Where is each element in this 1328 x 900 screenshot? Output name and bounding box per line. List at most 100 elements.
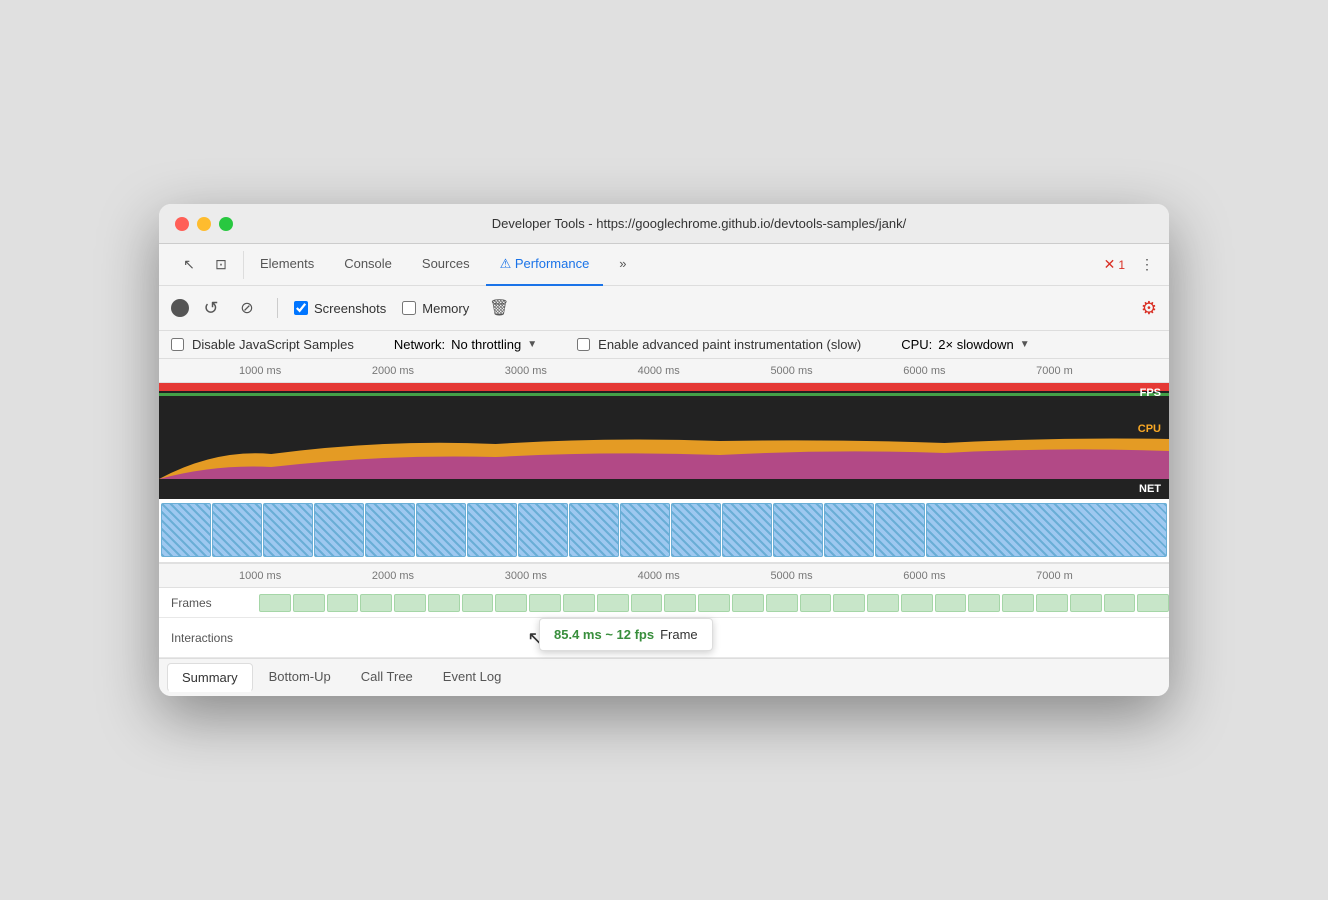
ruler-mark-2: 2000 ms [372,365,505,377]
ruler-mark-3: 3000 ms [505,365,638,377]
ruler-marks: 1000 ms 2000 ms 3000 ms 4000 ms 5000 ms … [159,359,1169,382]
tab-bottom-up[interactable]: Bottom-Up [255,663,345,692]
cpu-chart [159,419,1169,479]
net-track: NET [159,479,1169,499]
divider [277,298,278,318]
network-value: No throttling [451,337,521,352]
tab-sources[interactable]: Sources [408,244,484,286]
lower-mark-3: 3000 ms [505,570,638,582]
timeline-ruler: 1000 ms 2000 ms 3000 ms 4000 ms 5000 ms … [159,359,1169,383]
network-label: Network: [394,337,445,352]
frame-block [259,594,291,612]
cpu-label: CPU: [901,337,932,352]
lower-ruler: 1000 ms 2000 ms 3000 ms 4000 ms 5000 ms … [159,564,1169,588]
frame-block [495,594,527,612]
frame-block [1070,594,1102,612]
interactions-label: Interactions [159,631,259,645]
window-title: Developer Tools - https://googlechrome.g… [245,216,1153,231]
controls-bar: ↺ ⊘ Screenshots Memory 🗑 ⚙ [159,286,1169,331]
fps-track: FPS [159,383,1169,419]
disable-js-samples-group: Disable JavaScript Samples [171,337,354,352]
frame-tooltip: 85.4 ms ~ 12 fps Frame [539,618,713,651]
cpu-value: 2× slowdown [938,337,1014,352]
bottom-tabs: Summary Bottom-Up Call Tree Event Log [159,658,1169,696]
reload-button[interactable]: ↺ [197,294,225,322]
tab-more[interactable]: » [605,244,640,286]
disable-js-samples-checkbox[interactable] [171,338,184,351]
ruler-mark-5: 5000 ms [770,365,903,377]
frame-block [833,594,865,612]
advanced-paint-group: Enable advanced paint instrumentation (s… [577,337,861,352]
frame-block [732,594,764,612]
frame-block [529,594,561,612]
frame-block [428,594,460,612]
lower-mark-7: 7000 m [1036,570,1169,582]
frame-block [901,594,933,612]
frame-block [800,594,832,612]
lower-mark-5: 5000 ms [770,570,903,582]
frame-block [563,594,595,612]
clear-button[interactable]: ⊘ [233,294,261,322]
trash-button[interactable]: 🗑 [485,294,513,322]
frame-block [766,594,798,612]
traffic-lights [175,217,233,231]
interactions-row: Interactions ↖ 85.4 ms ~ 12 fps Frame [159,618,1169,658]
frame-block [698,594,730,612]
frame-block [631,594,663,612]
cpu-throttle-group: CPU: 2× slowdown ▼ [901,337,1030,352]
lower-mark-1: 1000 ms [239,570,372,582]
tab-call-tree[interactable]: Call Tree [347,663,427,692]
tab-event-log[interactable]: Event Log [429,663,516,692]
frame-block [867,594,899,612]
tab-elements[interactable]: Elements [246,244,328,286]
cpu-label: CPU [1138,423,1161,435]
frames-content [259,593,1169,613]
tab-performance[interactable]: ⚠ Performance [486,244,604,286]
frame-block [360,594,392,612]
ruler-mark-6: 6000 ms [903,365,1036,377]
frame-block [1002,594,1034,612]
advanced-paint-checkbox[interactable] [577,338,590,351]
frame-block [664,594,696,612]
ruler-mark-4: 4000 ms [638,365,771,377]
timeline-upper: 1000 ms 2000 ms 3000 ms 4000 ms 5000 ms … [159,359,1169,563]
options-bar: Disable JavaScript Samples Network: No t… [159,331,1169,359]
maximize-button[interactable] [219,217,233,231]
frame-block [327,594,359,612]
timeline-lower: 1000 ms 2000 ms 3000 ms 4000 ms 5000 ms … [159,563,1169,658]
frames-row: Frames [159,588,1169,618]
settings-button[interactable]: ⚙ [1141,298,1157,319]
frame-block [462,594,494,612]
minimize-button[interactable] [197,217,211,231]
tab-bar: ↖ ⊡ Elements Console Sources ⚠ Performan… [159,244,1169,286]
screenshots-checkbox[interactable] [294,301,308,315]
toolbar-icons: ↖ ⊡ [167,251,244,279]
net-label: NET [1139,483,1161,495]
record-group: ↺ ⊘ [171,294,261,322]
frame-block [935,594,967,612]
tab-console[interactable]: Console [330,244,406,286]
advanced-paint-label: Enable advanced paint instrumentation (s… [598,337,861,352]
frame-block [968,594,1000,612]
cursor-icon[interactable]: ↖ [175,251,203,279]
tab-summary[interactable]: Summary [167,663,253,692]
memory-checkbox[interactable] [402,301,416,315]
cpu-dropdown-arrow[interactable]: ▼ [1020,339,1030,350]
screenshots-track [159,499,1169,563]
screenshots-group: Screenshots [294,301,386,316]
error-badge[interactable]: ✕ 1 [1104,256,1125,273]
network-dropdown-arrow[interactable]: ▼ [527,339,537,350]
tooltip-frame: Frame [660,627,698,642]
dock-icon[interactable]: ⊡ [207,251,235,279]
cpu-track: CPU [159,419,1169,479]
frame-block [1104,594,1136,612]
close-button[interactable] [175,217,189,231]
memory-group: Memory [402,301,469,316]
screenshots-label: Screenshots [314,301,386,316]
titlebar: Developer Tools - https://googlechrome.g… [159,204,1169,244]
memory-label: Memory [422,301,469,316]
record-button[interactable] [171,299,189,317]
frame-block [394,594,426,612]
more-menu-button[interactable]: ⋮ [1133,251,1161,279]
frame-block [597,594,629,612]
